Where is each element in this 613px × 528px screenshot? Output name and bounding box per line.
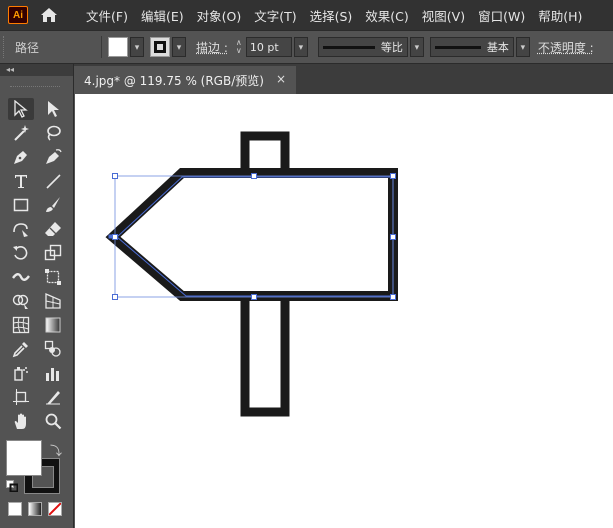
mesh-tool-icon[interactable]	[8, 314, 34, 336]
menu-help[interactable]: 帮助(H)	[538, 6, 582, 25]
profile-preview-line	[322, 45, 375, 49]
shaper-tool-icon[interactable]	[8, 218, 34, 240]
menu-edit[interactable]: 编辑(E)	[141, 6, 184, 25]
pen-tool-icon[interactable]	[8, 146, 34, 168]
handle-top-left[interactable]	[112, 173, 118, 179]
slice-tool-icon[interactable]	[40, 386, 66, 408]
scale-tool-icon[interactable]	[40, 242, 66, 264]
fill-dropdown-arrow[interactable]: ▾	[130, 37, 144, 57]
swap-fill-stroke-icon[interactable]: ⤵	[50, 442, 62, 459]
menu-bar: Ai 文件(F) 编辑(E) 对象(O) 文字(T) 选择(S) 效果(C) 视…	[0, 0, 613, 30]
handle-top-center[interactable]	[251, 173, 257, 179]
brush-definition-dropdown[interactable]: 基本	[429, 37, 514, 57]
eraser-tool-icon[interactable]	[40, 218, 66, 240]
close-icon[interactable]: ×	[276, 72, 286, 86]
column-graph-tool-icon[interactable]	[40, 362, 66, 384]
default-fill-stroke-icon[interactable]	[6, 480, 19, 493]
fill-color-indicator[interactable]	[6, 440, 42, 476]
perspective-grid-tool-icon[interactable]	[40, 290, 66, 312]
opacity-label[interactable]: 不透明度 :	[538, 39, 594, 56]
handle-bottom-right[interactable]	[390, 294, 396, 300]
home-icon[interactable]	[38, 4, 60, 26]
magic-wand-tool-icon[interactable]	[8, 122, 34, 144]
brush-label: 基本	[486, 41, 509, 54]
line-segment-tool-icon[interactable]	[40, 170, 66, 192]
hand-tool-icon[interactable]	[8, 410, 34, 432]
tool-grid	[8, 98, 68, 434]
rectangle-tool-icon[interactable]	[8, 194, 34, 216]
document-tab-bar: 4.jpg* @ 119.75 % (RGB/预览) ×	[74, 64, 613, 94]
panel-collapse-icon[interactable]: ◂◂	[0, 64, 73, 76]
color-mode-icon[interactable]	[8, 502, 22, 516]
menu-window[interactable]: 窗口(W)	[478, 6, 525, 25]
handle-bottom-center[interactable]	[251, 294, 257, 300]
app-logo: Ai	[8, 6, 28, 24]
fill-color-swatch[interactable]	[108, 37, 128, 57]
stroke-dropdown-arrow[interactable]: ▾	[172, 37, 186, 57]
free-transform-tool-icon[interactable]	[40, 266, 66, 288]
stroke-weight-spinner[interactable]: ∧ ∨	[232, 37, 246, 57]
handle-bottom-left[interactable]	[112, 294, 118, 300]
stroke-color-swatch[interactable]	[150, 37, 170, 57]
anchor-points[interactable]	[108, 234, 113, 239]
stroke-weight-dropdown-arrow[interactable]: ▾	[293, 37, 308, 57]
variable-width-profile-dropdown[interactable]: 等比	[317, 37, 408, 57]
stroke-weight-label[interactable]: 描边 :	[196, 39, 228, 56]
tools-panel: ◂◂ ⤵	[0, 64, 74, 528]
menu-items: 文件(F) 编辑(E) 对象(O) 文字(T) 选择(S) 效果(C) 视图(V…	[86, 6, 595, 25]
curvature-tool-icon[interactable]	[40, 146, 66, 168]
document-tab-title: 4.jpg* @ 119.75 % (RGB/预览)	[84, 73, 264, 88]
lasso-tool-icon[interactable]	[40, 122, 66, 144]
brush-preview-line	[434, 45, 481, 49]
type-tool-icon[interactable]	[8, 170, 34, 192]
artboard-tool-icon[interactable]	[8, 386, 34, 408]
control-bar-grip[interactable]	[3, 36, 9, 58]
stroke-weight-input[interactable]: 10 pt	[245, 37, 292, 57]
direct-selection-tool-icon[interactable]	[40, 98, 66, 120]
selection-tool-icon[interactable]	[8, 98, 34, 120]
gradient-tool-icon[interactable]	[40, 314, 66, 336]
shape-builder-tool-icon[interactable]	[8, 290, 34, 312]
handle-middle-right[interactable]	[390, 234, 396, 240]
menu-effect[interactable]: 效果(C)	[365, 6, 408, 25]
none-mode-icon[interactable]	[48, 502, 62, 516]
menu-object[interactable]: 对象(O)	[197, 6, 242, 25]
menu-type[interactable]: 文字(T)	[254, 6, 296, 25]
menu-select[interactable]: 选择(S)	[310, 6, 353, 25]
paintbrush-tool-icon[interactable]	[40, 194, 66, 216]
tools-panel-grip[interactable]	[10, 86, 60, 89]
width-tool-icon[interactable]	[8, 266, 34, 288]
zoom-tool-icon[interactable]	[40, 410, 66, 432]
artwork	[105, 131, 398, 417]
menu-file[interactable]: 文件(F)	[86, 6, 128, 25]
artboard-canvas[interactable]	[75, 94, 613, 528]
signpost-arrow-board[interactable]	[105, 168, 398, 301]
divider	[101, 36, 102, 58]
profile-label: 等比	[380, 41, 403, 54]
symbol-sprayer-tool-icon[interactable]	[8, 362, 34, 384]
color-mode-row	[8, 502, 62, 516]
profile-dropdown-arrow[interactable]: ▾	[409, 37, 424, 57]
handle-middle-left[interactable]	[112, 234, 118, 240]
handle-top-right[interactable]	[390, 173, 396, 179]
gradient-mode-icon[interactable]	[28, 502, 42, 516]
anchor-point-tip[interactable]	[108, 234, 113, 239]
document-tab[interactable]: 4.jpg* @ 119.75 % (RGB/预览) ×	[74, 66, 296, 94]
selection-type-label: 路径	[15, 40, 40, 55]
control-bar: 路径 ▾ ▾ 描边 : ∧ ∨ 10 pt ▾ 等比 ▾ 基本 ▾ 不透明度 :	[0, 30, 613, 64]
blend-tool-icon[interactable]	[40, 338, 66, 360]
rotate-tool-icon[interactable]	[8, 242, 34, 264]
eyedropper-tool-icon[interactable]	[8, 338, 34, 360]
brush-dropdown-arrow[interactable]: ▾	[515, 37, 530, 57]
menu-view[interactable]: 视图(V)	[422, 6, 465, 25]
